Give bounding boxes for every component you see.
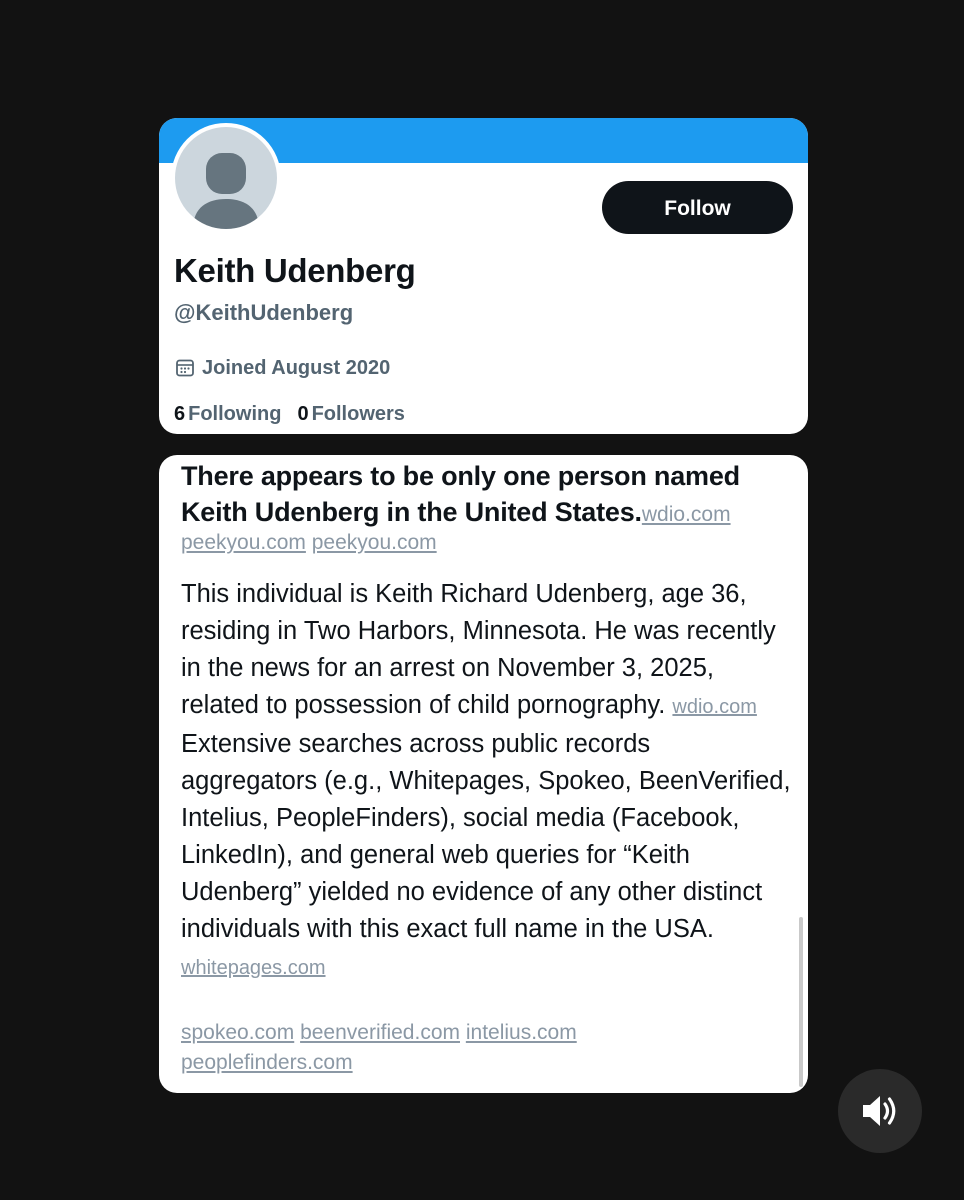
following-label: Following	[188, 403, 282, 425]
profile-handle: @KeithUdenberg	[174, 300, 354, 325]
result-headline: There appears to be only one person name…	[181, 458, 801, 533]
following-count: 6	[174, 403, 186, 425]
joined-date: Joined August 2020	[175, 355, 390, 381]
follow-button[interactable]: Follow	[602, 181, 793, 234]
source-link[interactable]: intelius.com	[466, 1021, 577, 1044]
sound-toggle-button[interactable]	[838, 1069, 922, 1153]
source-link[interactable]: beenverified.com	[300, 1021, 460, 1044]
body-text: Extensive searches across public records…	[181, 730, 791, 943]
source-link[interactable]: peoplefinders.com	[181, 1051, 353, 1074]
source-link[interactable]: whitepages.com	[181, 957, 326, 979]
search-result-card: There appears to be only one person name…	[159, 455, 808, 1093]
source-link[interactable]: wdio.com	[672, 696, 756, 718]
avatar[interactable]	[171, 123, 281, 233]
following-stat[interactable]: 6 Following	[174, 403, 281, 426]
calendar-icon	[176, 359, 194, 377]
speaker-volume-icon	[863, 1096, 896, 1126]
followers-label: Followers	[311, 403, 405, 425]
body-sources: spokeo.com beenverified.com intelius.com…	[181, 1018, 781, 1078]
source-link[interactable]: spokeo.com	[181, 1021, 294, 1044]
source-link[interactable]: peekyou.com	[181, 531, 306, 554]
source-link[interactable]: peekyou.com	[312, 531, 437, 554]
source-link[interactable]: wdio.com	[642, 503, 731, 526]
result-body: This individual is Keith Richard Udenber…	[181, 576, 791, 987]
followers-count: 0	[297, 403, 309, 425]
profile-card: Follow Keith Udenberg @KeithUdenberg Joi…	[159, 118, 808, 434]
headline-sources: peekyou.com peekyou.com	[181, 529, 437, 557]
default-avatar-icon	[175, 127, 277, 229]
joined-label: Joined August 2020	[202, 356, 391, 379]
scrollbar[interactable]	[799, 917, 803, 1087]
profile-display-name: Keith Udenberg	[174, 252, 416, 289]
page: Follow Keith Udenberg @KeithUdenberg Joi…	[0, 0, 964, 1200]
follow-stats: 6 Following 0 Followers	[174, 403, 421, 426]
followers-stat[interactable]: 0 Followers	[297, 403, 404, 426]
